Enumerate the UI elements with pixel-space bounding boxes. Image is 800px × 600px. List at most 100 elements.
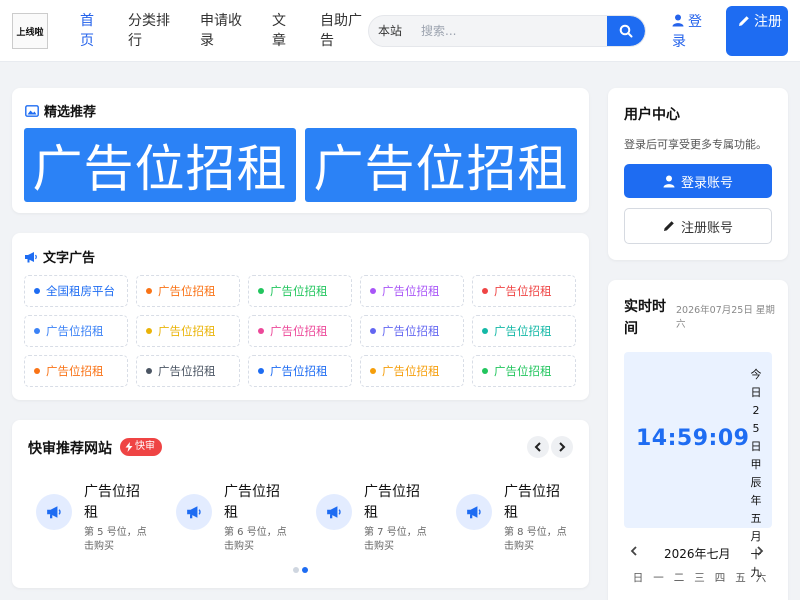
- search-icon: [619, 24, 633, 38]
- search-button[interactable]: [607, 16, 645, 46]
- nav-submit[interactable]: 申请收录: [200, 11, 244, 51]
- register-account-label: 注册账号: [680, 220, 733, 236]
- user-icon: [672, 14, 684, 27]
- text-ad-label: 广告位招租: [382, 364, 440, 378]
- text-ad-label: 全国租房平台: [46, 284, 115, 298]
- text-ad-label: 广告位招租: [46, 364, 104, 378]
- image-icon: [25, 104, 39, 117]
- text-ad-item[interactable]: 广告位招租: [472, 275, 576, 307]
- register-account-button[interactable]: 注册账号: [624, 208, 772, 244]
- user-center-card: 用户中心 登录后可享受更多专属功能。 登录账号 注册账号: [608, 88, 788, 260]
- top-header: 上线啦 首页 分类排行 申请收录 文章 自助广告 本站 登录 注册: [0, 0, 800, 62]
- text-ad-item[interactable]: 广告位招租: [472, 315, 576, 347]
- color-dot: [370, 368, 376, 374]
- color-dot: [258, 328, 264, 334]
- search-input[interactable]: [421, 16, 601, 46]
- nav-home[interactable]: 首页: [80, 11, 96, 51]
- site-desc: 第 8 号位，点击购买: [504, 527, 567, 552]
- text-ad-label: 广告位招租: [382, 324, 440, 338]
- featured-title: 精选推荐: [44, 105, 97, 120]
- text-ad-item[interactable]: 广告位招租: [136, 275, 240, 307]
- text-ad-label: 广告位招租: [494, 324, 552, 338]
- carousel-prev-button[interactable]: [527, 436, 549, 458]
- logo-text: 上线啦: [16, 27, 44, 38]
- text-ad-label: 广告位招租: [270, 324, 328, 338]
- site-desc: 第 5 号位，点击购买: [84, 527, 147, 552]
- featured-header: 精选推荐: [25, 101, 96, 120]
- text-ad-label: 广告位招租: [382, 284, 440, 298]
- color-dot: [146, 328, 152, 334]
- site-name: 广告位招租: [364, 484, 420, 521]
- color-dot: [258, 288, 264, 294]
- text-ad-item[interactable]: 广告位招租: [248, 275, 352, 307]
- user-icon: [663, 175, 675, 187]
- text-ad-item[interactable]: 广告位招租: [24, 315, 128, 347]
- user-center-desc: 登录后可享受更多专属功能。: [624, 138, 767, 151]
- color-dot: [34, 288, 40, 294]
- text-ad-item[interactable]: 广告位招租: [360, 355, 464, 387]
- featured-ad-1[interactable]: 广告位招租: [24, 128, 296, 202]
- color-dot: [146, 288, 152, 294]
- pencil-icon: [663, 221, 674, 231]
- text-ad-item[interactable]: 广告位招租: [472, 355, 576, 387]
- lightning-icon: [125, 442, 133, 452]
- color-dot: [482, 288, 488, 294]
- text-ad-item[interactable]: 广告位招租: [360, 315, 464, 347]
- text-ads-title: 文字广告: [43, 251, 96, 266]
- text-ad-item[interactable]: 全国租房平台: [24, 275, 128, 307]
- calendar-next-button[interactable]: [752, 543, 768, 559]
- hot-badge: 快审: [120, 438, 162, 456]
- color-dot: [370, 328, 376, 334]
- login-account-label: 登录账号: [680, 175, 733, 191]
- megaphone-icon: [316, 494, 352, 530]
- text-ad-item[interactable]: 广告位招租: [248, 355, 352, 387]
- search-scope[interactable]: 本站: [378, 16, 402, 46]
- megaphone-icon: [36, 494, 72, 530]
- megaphone-icon: [25, 251, 37, 262]
- login-account-button[interactable]: 登录账号: [624, 164, 772, 198]
- chevron-left-icon: [534, 442, 541, 452]
- text-ad-label: 广告位招租: [158, 364, 216, 378]
- register-button[interactable]: 注册: [726, 6, 788, 56]
- nav-ranking[interactable]: 分类排行: [128, 11, 172, 51]
- quick-review-card: 快审推荐网站 快审 广告位招租第 5 号位，点击购买 广告位招租第 6 号位，点击…: [12, 420, 589, 588]
- text-ad-label: 广告位招租: [158, 284, 216, 298]
- site-desc: 第 6 号位，点击购买: [224, 527, 287, 552]
- pencil-icon: [739, 16, 749, 26]
- nav-self-ads[interactable]: 自助广告: [320, 11, 364, 51]
- text-ad-item[interactable]: 广告位招租: [136, 355, 240, 387]
- color-dot: [482, 368, 488, 374]
- color-dot: [34, 328, 40, 334]
- text-ad-item[interactable]: 广告位招租: [360, 275, 464, 307]
- calendar-prev-button[interactable]: [626, 543, 642, 559]
- megaphone-icon: [176, 494, 212, 530]
- megaphone-icon: [456, 494, 492, 530]
- calendar-month: 2026年七月: [664, 547, 731, 561]
- hot-badge-label: 快审: [135, 441, 155, 452]
- pager-dot-1[interactable]: [293, 567, 299, 573]
- calendar-weekday: 四: [714, 572, 726, 584]
- text-ad-label: 广告位招租: [270, 364, 328, 378]
- login-link[interactable]: 登录: [672, 12, 712, 52]
- site-logo[interactable]: 上线啦: [12, 13, 48, 49]
- text-ad-item[interactable]: 广告位招租: [248, 315, 352, 347]
- nav-articles[interactable]: 文章: [272, 11, 288, 51]
- carousel-next-button[interactable]: [551, 436, 573, 458]
- chevron-right-icon: [757, 546, 764, 556]
- color-dot: [482, 328, 488, 334]
- pager-dot-2[interactable]: [302, 567, 308, 573]
- realtime-title: 实时时间: [624, 299, 666, 337]
- clock-time: 14:59:09: [636, 426, 750, 451]
- featured-ad-2[interactable]: 广告位招租: [305, 128, 577, 202]
- text-ad-item[interactable]: 广告位招租: [24, 355, 128, 387]
- chevron-right-icon: [559, 442, 566, 452]
- calendar-weekday: 日: [632, 572, 644, 584]
- calendar-weekday: 五: [735, 572, 746, 584]
- featured-card: 精选推荐 广告位招租 广告位招租: [12, 88, 589, 213]
- register-label: 注册: [754, 14, 782, 30]
- color-dot: [370, 288, 376, 294]
- chevron-left-icon: [630, 546, 637, 556]
- text-ads-card: 文字广告 全国租房平台 广告位招租 广告位招租 广告位招租 广告位招租 广告位招租 广告位招…: [12, 233, 589, 400]
- site-name: 广告位招租: [224, 484, 280, 521]
- text-ad-item[interactable]: 广告位招租: [136, 315, 240, 347]
